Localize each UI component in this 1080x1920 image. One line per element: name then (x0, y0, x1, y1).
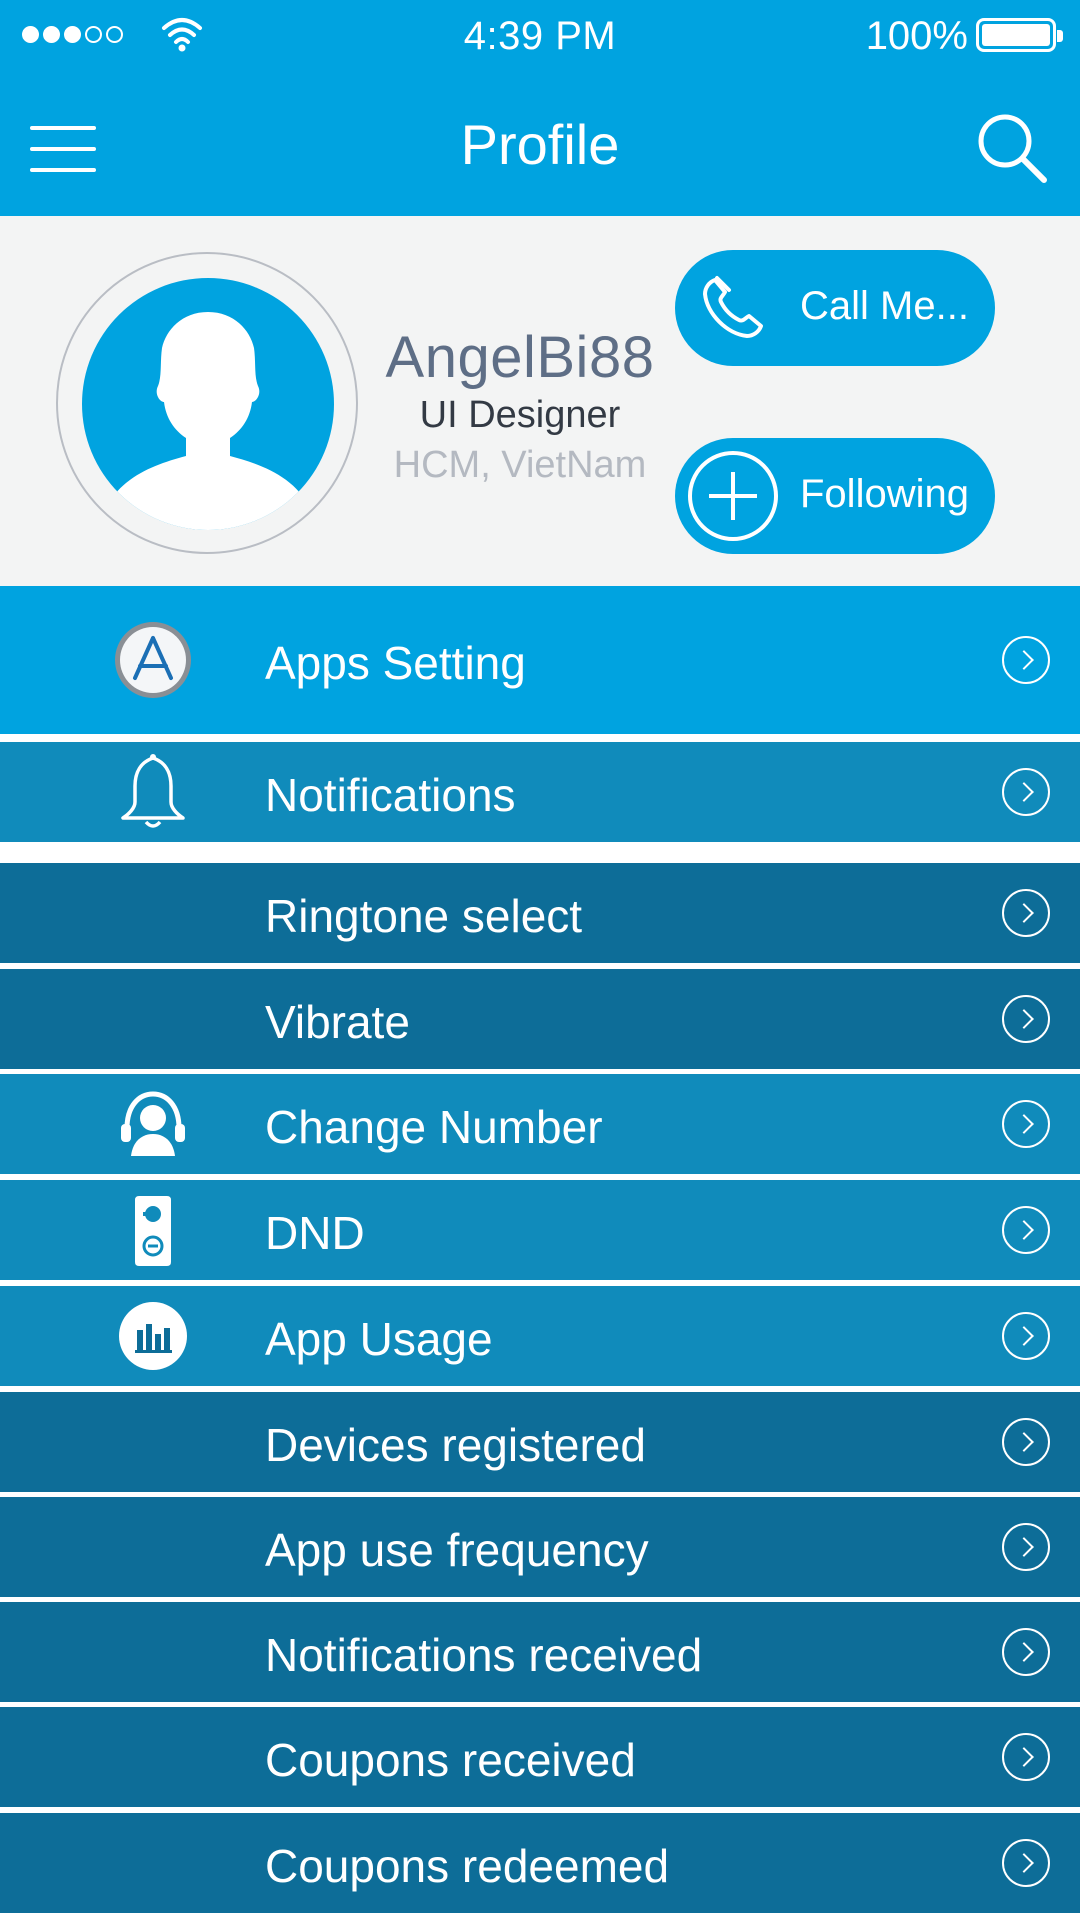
following-label: Following (800, 472, 969, 516)
menu-item-ringtone-select[interactable]: Ringtone select (0, 863, 1080, 963)
battery-icon (976, 18, 1063, 52)
user-headset-icon (121, 1091, 185, 1156)
phone-icon (703, 276, 763, 338)
status-bar: 4:39 PM 100% (0, 0, 1080, 72)
chevron-right-icon[interactable] (1002, 1733, 1050, 1781)
chevron-right-icon[interactable] (1002, 636, 1050, 684)
menu-item-devices-registered[interactable]: Devices registered (0, 1392, 1080, 1492)
user-silhouette-icon (82, 312, 334, 530)
profile-role: UI Designer (419, 394, 621, 436)
menu-item-notifications[interactable]: Notifications (0, 742, 1080, 842)
menu-item-label: Coupons redeemed (265, 1840, 670, 1892)
menu-item-label: Vibrate (265, 996, 410, 1048)
menu-item-label: Ringtone select (265, 890, 583, 942)
menu-item-coupons-received[interactable]: Coupons received (0, 1707, 1080, 1807)
bell-icon (121, 754, 185, 828)
chevron-right-icon[interactable] (1002, 1839, 1050, 1887)
menu-item-vibrate[interactable]: Vibrate (0, 969, 1080, 1069)
profile-username: AngelBi88 (385, 325, 655, 390)
chevron-right-icon[interactable] (1002, 1206, 1050, 1254)
menu-item-label: App Usage (265, 1313, 493, 1365)
chevron-right-icon[interactable] (1002, 1418, 1050, 1466)
avatar-frame (56, 252, 358, 554)
chevron-right-icon[interactable] (1002, 889, 1050, 937)
menu-item-label: Notifications (265, 769, 516, 821)
menu-item-label: DND (265, 1207, 365, 1259)
chevron-right-icon[interactable] (1002, 995, 1050, 1043)
menu-item-label: Coupons received (265, 1734, 636, 1786)
menu-item-label: App use frequency (265, 1524, 649, 1576)
following-button[interactable]: Following (675, 438, 995, 554)
chevron-right-icon[interactable] (1002, 768, 1050, 816)
profile-card: AngelBi88 UI Designer HCM, VietNam Call … (0, 216, 1080, 586)
profile-location: HCM, VietNam (393, 444, 647, 486)
call-me-label: Call Me... (800, 284, 969, 328)
menu-item-label: Devices registered (265, 1419, 646, 1471)
call-me-button[interactable]: Call Me... (675, 250, 995, 366)
menu-item-dnd[interactable]: DND (0, 1180, 1080, 1280)
menu-item-change-number[interactable]: Change Number (0, 1074, 1080, 1174)
avatar[interactable] (82, 278, 334, 530)
menu-item-label: Change Number (265, 1101, 603, 1153)
chevron-right-icon[interactable] (1002, 1523, 1050, 1571)
plus-circle-icon (688, 451, 778, 541)
chevron-right-icon[interactable] (1002, 1100, 1050, 1148)
menu-item-app-use-frequency[interactable]: App use frequency (0, 1497, 1080, 1597)
menu-item-label: Apps Setting (265, 637, 526, 689)
menu-item-label: Notifications received (265, 1629, 703, 1681)
bar-chart-icon (119, 1302, 187, 1370)
battery-percent: 100% (865, 14, 968, 58)
menu-item-notifications-received[interactable]: Notifications received (0, 1602, 1080, 1702)
search-icon[interactable] (972, 108, 1052, 188)
menu-item-apps-setting[interactable]: Apps Setting (0, 586, 1080, 734)
chevron-right-icon[interactable] (1002, 1628, 1050, 1676)
menu-item-app-usage[interactable]: App Usage (0, 1286, 1080, 1386)
page-title: Profile (460, 113, 620, 176)
menu-item-coupons-redeemed[interactable]: Coupons redeemed (0, 1813, 1080, 1913)
nav-header: Profile (0, 72, 1080, 216)
app-store-icon (115, 622, 191, 698)
door-hanger-icon (135, 1196, 171, 1266)
chevron-right-icon[interactable] (1002, 1312, 1050, 1360)
